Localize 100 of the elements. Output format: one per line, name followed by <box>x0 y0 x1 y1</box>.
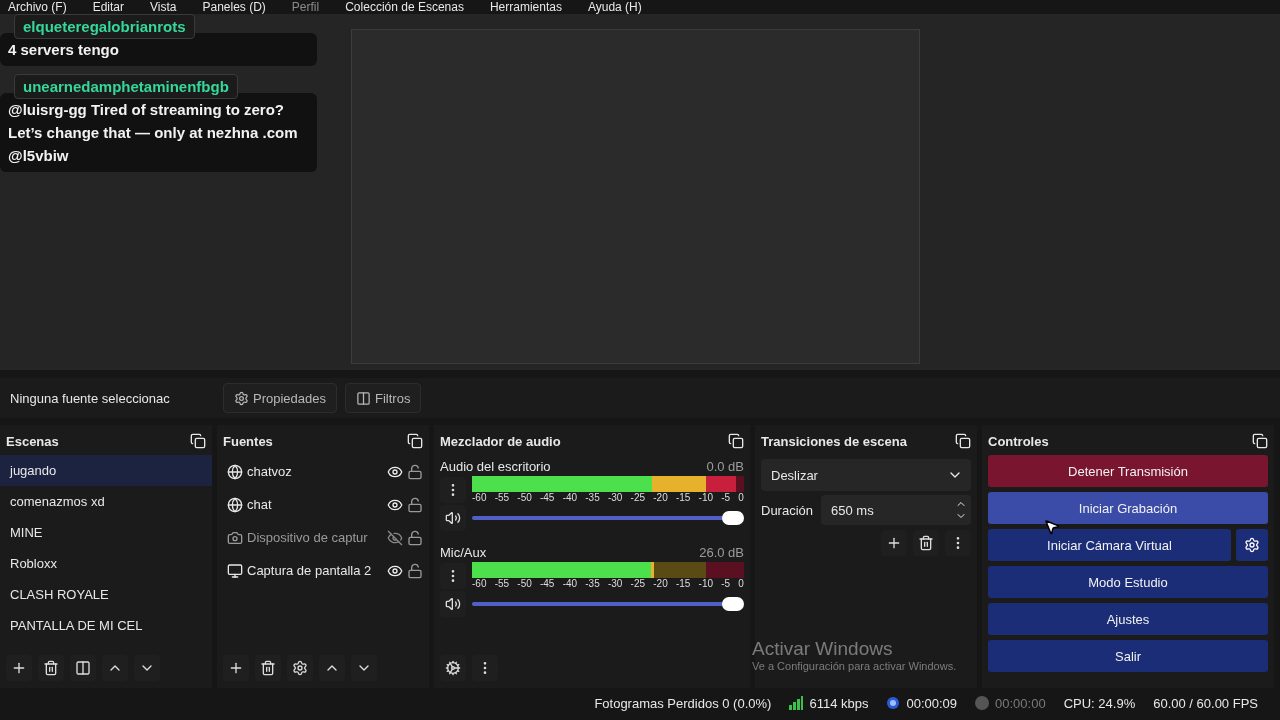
menu-item[interactable]: Herramientas <box>489 1 562 14</box>
panel-title: Escenas <box>6 433 59 449</box>
icon-button[interactable] <box>6 655 32 681</box>
chat-message-text: @l5vbiw <box>8 147 70 164</box>
scene-item[interactable]: Robloxx <box>0 548 212 579</box>
source-label: chatvoz <box>247 464 293 479</box>
control-button[interactable]: Ajustes <box>988 603 1268 635</box>
icon-button[interactable] <box>287 655 313 681</box>
speaker-icon <box>445 510 461 526</box>
scale-label: -25 <box>630 578 646 589</box>
icon-button[interactable] <box>945 530 971 556</box>
source-item[interactable]: chatvoz <box>223 455 423 488</box>
menu-item[interactable]: Colección de Escenas <box>345 1 464 14</box>
icon-button[interactable] <box>472 655 498 681</box>
menu-item[interactable]: Vista <box>150 1 177 14</box>
mouse-cursor-icon <box>1043 518 1061 536</box>
source-item[interactable]: Dispositivo de captur <box>223 521 423 554</box>
control-button[interactable]: Iniciar Grabación <box>988 492 1268 524</box>
undock-icon <box>407 433 423 449</box>
duration-field[interactable]: 650 ms <box>821 495 971 525</box>
control-button[interactable]: Modo Estudio <box>988 566 1268 598</box>
icon-button[interactable] <box>38 655 64 681</box>
control-button[interactable]: Detener Transmisión <box>988 455 1268 487</box>
settings-icon <box>292 660 308 676</box>
scale-label: -40 <box>562 578 578 589</box>
scale-label: -60 <box>472 492 487 503</box>
signal-bars-icon <box>789 696 804 710</box>
activation-notice-text: Ve a Configuración para activar Windows. <box>752 660 957 672</box>
scale-label: -5 <box>721 492 731 503</box>
globe-icon <box>227 496 243 513</box>
menu-item[interactable]: Perfil <box>291 1 320 14</box>
status-text: 6114 kbps <box>809 695 869 711</box>
scale-label: -55 <box>494 492 510 503</box>
scale-label: -50 <box>517 578 532 589</box>
status-text: CPU: 24.9% <box>1063 695 1136 711</box>
volume-slider[interactable] <box>472 597 744 611</box>
activation-notice-title: Activar Windows <box>752 638 894 660</box>
icon-button[interactable] <box>440 505 466 531</box>
status-text: Fotogramas Perdidos 0 (0.0%) <box>594 695 772 711</box>
filter-icon <box>75 660 91 676</box>
icon-button[interactable] <box>255 655 281 681</box>
unlock-icon[interactable] <box>407 496 423 513</box>
chat-username: elqueteregalobrianrots <box>14 14 195 39</box>
icon-button[interactable] <box>440 655 466 681</box>
control-button[interactable]: Salir <box>988 640 1268 672</box>
menu-item[interactable]: Editar <box>92 1 125 14</box>
undock-icon <box>728 433 744 449</box>
scale-label: -60 <box>472 578 487 589</box>
status-text: 00:00:00 <box>995 695 1046 711</box>
icon-button[interactable] <box>440 591 466 617</box>
undock-icon <box>955 433 971 449</box>
scale-label: -20 <box>653 492 668 503</box>
control-button[interactable]: Iniciar Cámara Virtual <box>988 529 1231 561</box>
selection-status: Ninguna fuente seleccionac <box>10 390 171 406</box>
unlock-icon[interactable] <box>407 529 423 546</box>
speaker-icon <box>445 596 461 612</box>
scale-label: -35 <box>585 578 600 589</box>
unlock-icon[interactable] <box>407 463 423 480</box>
settings-button[interactable] <box>1236 529 1268 561</box>
source-label: Dispositivo de captur <box>247 530 369 545</box>
scene-item[interactable]: jugando <box>0 455 212 486</box>
scene-item[interactable]: MINE <box>0 517 212 548</box>
globe-icon <box>227 463 243 480</box>
trash-icon <box>260 660 276 676</box>
panel-title: Transiciones de escena <box>761 433 907 449</box>
source-item[interactable]: Captura de pantalla 2 <box>223 554 423 587</box>
menu-item[interactable]: Paneles (D) <box>202 1 266 14</box>
trash-icon <box>43 660 59 676</box>
scene-item[interactable]: PANTALLA DE MI CEL <box>0 610 212 641</box>
icon-button[interactable] <box>913 530 939 556</box>
source-item[interactable]: chat <box>223 488 423 521</box>
channel-reading: 0.0 dB <box>706 459 744 474</box>
scale-label: -45 <box>539 578 555 589</box>
volume-slider[interactable] <box>472 511 744 525</box>
eye-off-icon[interactable] <box>387 529 403 546</box>
menu-item[interactable]: Archivo (F) <box>8 1 67 14</box>
toolbar-button[interactable]: Propiedades <box>223 383 337 413</box>
unlock-icon[interactable] <box>407 562 423 579</box>
scene-item[interactable]: CLASH ROYALE <box>0 579 212 610</box>
transition-dropdown[interactable]: Deslizar <box>761 459 971 491</box>
icon-button[interactable] <box>223 655 249 681</box>
duration-label: Duración <box>761 502 814 518</box>
scale-label: 0 <box>738 492 744 503</box>
scale-label: -5 <box>721 578 731 589</box>
scale-label: -50 <box>517 492 532 503</box>
toolbar-button[interactable]: Filtros <box>345 383 422 413</box>
filter-icon <box>356 390 371 406</box>
record-icon <box>975 696 990 710</box>
status-text: 60.00 / 60.00 FPS <box>1153 695 1258 711</box>
monitor-icon <box>227 562 243 579</box>
trash-icon <box>918 535 934 551</box>
panel-title: Controles <box>988 433 1049 449</box>
icon-button[interactable] <box>70 655 96 681</box>
settings-icon <box>1244 537 1260 553</box>
channel-name: Mic/Aux <box>440 545 487 560</box>
channel-name: Audio del escritorio <box>440 459 551 474</box>
menu-item[interactable]: Ayuda (H) <box>587 1 642 14</box>
icon-button[interactable] <box>881 530 907 556</box>
scene-item[interactable]: comenazmos xd <box>0 486 212 517</box>
scale-label: -35 <box>585 492 600 503</box>
